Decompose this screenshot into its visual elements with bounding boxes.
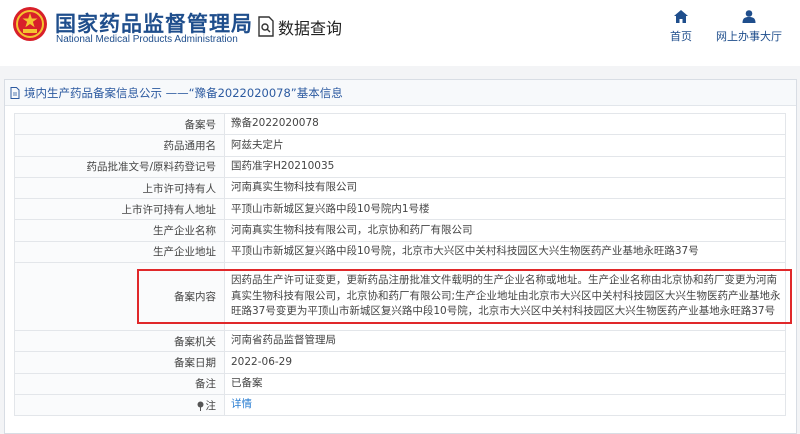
table-row: 生产企业地址 平顶山市新城区复兴路中段10号院，北京市大兴区中关村科技园区大兴生… [14,240,786,264]
field-value: 阿兹夫定片 [224,134,786,157]
home-icon [674,10,688,23]
table-row: 药品通用名 阿兹夫定片 [14,134,786,157]
national-emblem-icon [13,7,47,41]
table-row: 上市许可持有人地址 平顶山市新城区复兴路中段10号院内1号楼 [14,198,786,221]
field-value: 河南真实生物科技有限公司 [224,176,786,200]
table-row: 上市许可持有人 河南真实生物科技有限公司 [14,176,786,200]
field-value: 2022-06-29 [224,351,786,374]
table-row: 备案内容 因药品生产许可证变更，更新药品注册批准文件载明的生产企业名称或地址。生… [14,262,786,332]
field-label: 上市许可持有人 [14,176,225,200]
table-row: 备注 已备案 [14,372,786,395]
site-name-en: National Medical Products Administration [56,34,238,45]
nav-home[interactable]: 首页 [667,10,695,44]
details-link[interactable]: 详情 [231,398,252,410]
field-label: 生产企业名称 [14,219,225,242]
field-label: 备注 [14,372,225,395]
field-value: 豫备2022020078 [224,112,786,136]
field-value: 河南真实生物科技有限公司，北京协和药厂有限公司 [224,219,786,242]
field-label: 备案号 [14,112,225,136]
field-value: 已备案 [224,372,786,395]
document-icon [10,86,20,99]
field-value: 国药准字H20210035 [224,155,786,178]
table-row: 备案号 豫备2022020078 [14,112,786,136]
field-label: 备案机关 [14,330,225,353]
field-label: 药品批准文号/原料药登记号 [14,155,225,178]
table-row: 注 详情 [14,393,786,417]
field-value: 详情 [224,393,786,417]
field-label: 生产企业地址 [14,240,225,264]
site-header: 国家药品监督管理局 National Medical Products Admi… [0,0,800,66]
nav-hall-label: 网上办事大厅 [716,30,782,43]
field-value: 平顶山市新城区复兴路中段10号院，北京市大兴区中关村科技园区大兴生物医药产业基地… [224,240,786,264]
field-label: 备案日期 [14,351,225,374]
field-label: 上市许可持有人地址 [14,198,225,221]
field-value: 因药品生产许可证变更，更新药品注册批准文件载明的生产企业名称或地址。生产企业名称… [224,262,786,332]
field-label: 注 [205,399,217,412]
table-row: 生产企业名称 河南真实生物科技有限公司，北京协和药厂有限公司 [14,219,786,242]
table-row: 备案日期 2022-06-29 [14,351,786,374]
nav-online-service-hall[interactable]: 网上办事大厅 [714,10,784,44]
table-row: 药品批准文号/原料药登记号 国药准字H20210035 [14,155,786,178]
panel-title: 境内生产药品备案信息公示 ——“豫备2022020078”基本信息 [24,85,343,100]
pin-icon [197,401,203,411]
user-icon [742,10,756,23]
field-label-with-pin: 注 [14,393,225,417]
nav-home-label: 首页 [670,30,692,43]
field-label: 药品通用名 [14,134,225,157]
field-label: 备案内容 [14,262,225,332]
document-search-icon [258,16,274,37]
field-value: 平顶山市新城区复兴路中段10号院内1号楼 [224,198,786,221]
field-value: 河南省药品监督管理局 [224,330,786,353]
section-title: 数据查询 [278,19,343,38]
record-table: 备案号 豫备2022020078 药品通用名 阿兹夫定片 药品批准文号/原料药登… [14,112,786,417]
panel-header: 境内生产药品备案信息公示 ——“豫备2022020078”基本信息 [5,80,796,106]
table-row: 备案机关 河南省药品监督管理局 [14,330,786,353]
